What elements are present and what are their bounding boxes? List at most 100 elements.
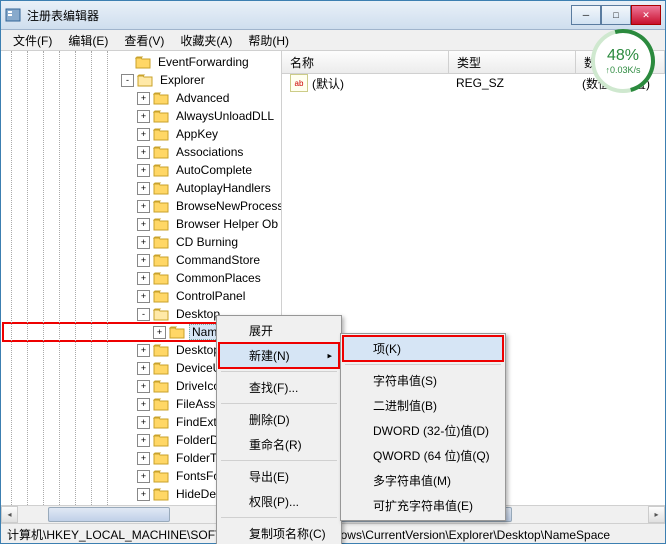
context-menu-item[interactable]: 新建(N)▸ bbox=[219, 343, 339, 368]
expand-icon[interactable]: + bbox=[137, 470, 150, 483]
folder-icon bbox=[153, 199, 169, 213]
context-menu-item[interactable]: 字符串值(S) bbox=[343, 368, 503, 393]
titlebar: 注册表编辑器 ─ □ ✕ bbox=[1, 1, 665, 30]
tree-label: CD Burning bbox=[173, 234, 241, 250]
expand-icon[interactable]: + bbox=[137, 182, 150, 195]
context-menu-item[interactable]: 展开 bbox=[219, 318, 339, 343]
expand-icon[interactable]: + bbox=[137, 416, 150, 429]
tree-node[interactable]: + Advanced bbox=[3, 89, 281, 107]
expand-icon[interactable]: + bbox=[137, 236, 150, 249]
context-menu-item[interactable]: 二进制值(B) bbox=[343, 393, 503, 418]
collapse-icon[interactable]: - bbox=[121, 74, 134, 87]
tree-node[interactable]: + CommonPlaces bbox=[3, 269, 281, 287]
folder-icon bbox=[153, 235, 169, 249]
menubar: 文件(F) 编辑(E) 查看(V) 收藏夹(A) 帮助(H) bbox=[1, 30, 665, 51]
context-menu-item[interactable]: 删除(D) bbox=[219, 407, 339, 432]
expand-icon[interactable]: + bbox=[137, 398, 150, 411]
context-menu-item[interactable]: 重命名(R) bbox=[219, 432, 339, 457]
expand-icon[interactable]: + bbox=[137, 254, 150, 267]
tree-node[interactable]: +Browser Helper Ob bbox=[3, 215, 281, 233]
close-button[interactable]: ✕ bbox=[631, 5, 661, 25]
context-menu-item[interactable]: 多字符串值(M) bbox=[343, 468, 503, 493]
maximize-button[interactable]: □ bbox=[601, 5, 631, 25]
minimize-button[interactable]: ─ bbox=[571, 5, 601, 25]
tree-node[interactable]: - Explorer bbox=[3, 71, 281, 89]
column-type[interactable]: 类型 bbox=[449, 51, 576, 73]
context-menu-item[interactable]: 可扩充字符串值(E) bbox=[343, 493, 503, 518]
tree-label: AutoComplete bbox=[173, 162, 255, 178]
folder-icon bbox=[153, 415, 169, 429]
speed-rate: ↑0.03K/s bbox=[605, 65, 640, 75]
tree-node[interactable]: + Associations bbox=[3, 143, 281, 161]
expand-icon[interactable]: + bbox=[137, 290, 150, 303]
folder-icon bbox=[135, 55, 151, 69]
menu-file[interactable]: 文件(F) bbox=[5, 30, 60, 51]
folder-icon bbox=[153, 271, 169, 285]
expand-icon[interactable]: + bbox=[137, 272, 150, 285]
tree-node[interactable]: + CD Burning bbox=[3, 233, 281, 251]
tree-node[interactable]: + AlwaysUnloadDLL bbox=[3, 107, 281, 125]
context-menu: 展开新建(N)▸ 查找(F)... 删除(D)重命名(R) 导出(E)权限(P)...… bbox=[216, 315, 342, 544]
tree-node[interactable]: +ControlPanel bbox=[3, 287, 281, 305]
expand-icon[interactable]: + bbox=[137, 434, 150, 447]
tree-node[interactable]: EventForwarding bbox=[3, 53, 281, 71]
menu-view[interactable]: 查看(V) bbox=[116, 30, 172, 51]
tree-node[interactable]: + AppKey bbox=[3, 125, 281, 143]
value-name: (默认) bbox=[312, 75, 344, 92]
folder-icon bbox=[153, 307, 169, 321]
expand-icon[interactable]: + bbox=[137, 110, 150, 123]
context-menu-item[interactable]: 查找(F)... bbox=[219, 375, 339, 400]
tree-label: AppKey bbox=[173, 126, 221, 142]
scroll-right-icon[interactable]: ▸ bbox=[648, 506, 665, 523]
tree-label: Associations bbox=[173, 144, 246, 160]
expand-icon[interactable]: + bbox=[137, 200, 150, 213]
expand-icon[interactable]: + bbox=[137, 488, 150, 501]
submenu-arrow-icon: ▸ bbox=[327, 350, 332, 361]
collapse-icon[interactable]: - bbox=[137, 308, 150, 321]
folder-icon bbox=[153, 397, 169, 411]
expand-icon[interactable]: + bbox=[137, 344, 150, 357]
tree-label: AlwaysUnloadDLL bbox=[173, 108, 277, 124]
folder-icon bbox=[169, 325, 185, 339]
column-name[interactable]: 名称 bbox=[282, 51, 449, 73]
tree-node[interactable]: + AutoComplete bbox=[3, 161, 281, 179]
tree-label: Explorer bbox=[157, 72, 208, 88]
menu-help[interactable]: 帮助(H) bbox=[240, 30, 297, 51]
context-menu-item[interactable]: 复制项名称(C) bbox=[219, 521, 339, 544]
expand-icon[interactable]: + bbox=[137, 92, 150, 105]
context-menu-item[interactable]: DWORD (32-位)值(D) bbox=[343, 418, 503, 443]
folder-icon bbox=[153, 163, 169, 177]
folder-icon bbox=[153, 343, 169, 357]
context-menu-item[interactable]: 项(K) bbox=[343, 336, 503, 361]
speed-percent: 48% bbox=[607, 47, 639, 65]
menu-favorites[interactable]: 收藏夹(A) bbox=[172, 30, 240, 51]
tree-node[interactable]: +BrowseNewProcess bbox=[3, 197, 281, 215]
folder-icon bbox=[137, 73, 153, 87]
expand-icon[interactable]: + bbox=[137, 128, 150, 141]
expand-icon[interactable]: + bbox=[137, 218, 150, 231]
expand-icon[interactable]: + bbox=[137, 362, 150, 375]
speed-gauge: 48% ↑0.03K/s bbox=[591, 29, 655, 93]
expand-icon[interactable]: + bbox=[137, 452, 150, 465]
tree-label: AutoplayHandlers bbox=[173, 180, 274, 196]
tree-node[interactable]: +CommandStore bbox=[3, 251, 281, 269]
expand-icon[interactable]: + bbox=[137, 146, 150, 159]
tree-label: EventForwarding bbox=[155, 54, 252, 70]
expand-icon[interactable]: + bbox=[137, 380, 150, 393]
context-menu-item[interactable]: 导出(E) bbox=[219, 464, 339, 489]
value-type: REG_SZ bbox=[448, 76, 574, 90]
expand-icon[interactable]: + bbox=[153, 326, 166, 339]
folder-icon bbox=[153, 217, 169, 231]
context-submenu-new: 项(K) 字符串值(S)二进制值(B)DWORD (32-位)值(D)QWORD … bbox=[340, 333, 506, 521]
folder-icon bbox=[153, 361, 169, 375]
tree-node[interactable]: + AutoplayHandlers bbox=[3, 179, 281, 197]
tree-label: Advanced bbox=[173, 90, 232, 106]
folder-icon bbox=[153, 127, 169, 141]
folder-icon bbox=[153, 379, 169, 393]
menu-edit[interactable]: 编辑(E) bbox=[60, 30, 116, 51]
expand-icon[interactable]: + bbox=[137, 164, 150, 177]
tree-label: CommonPlaces bbox=[173, 270, 264, 286]
context-menu-item[interactable]: QWORD (64 位)值(Q) bbox=[343, 443, 503, 468]
context-menu-item[interactable]: 权限(P)... bbox=[219, 489, 339, 514]
scroll-left-icon[interactable]: ◂ bbox=[1, 506, 18, 523]
